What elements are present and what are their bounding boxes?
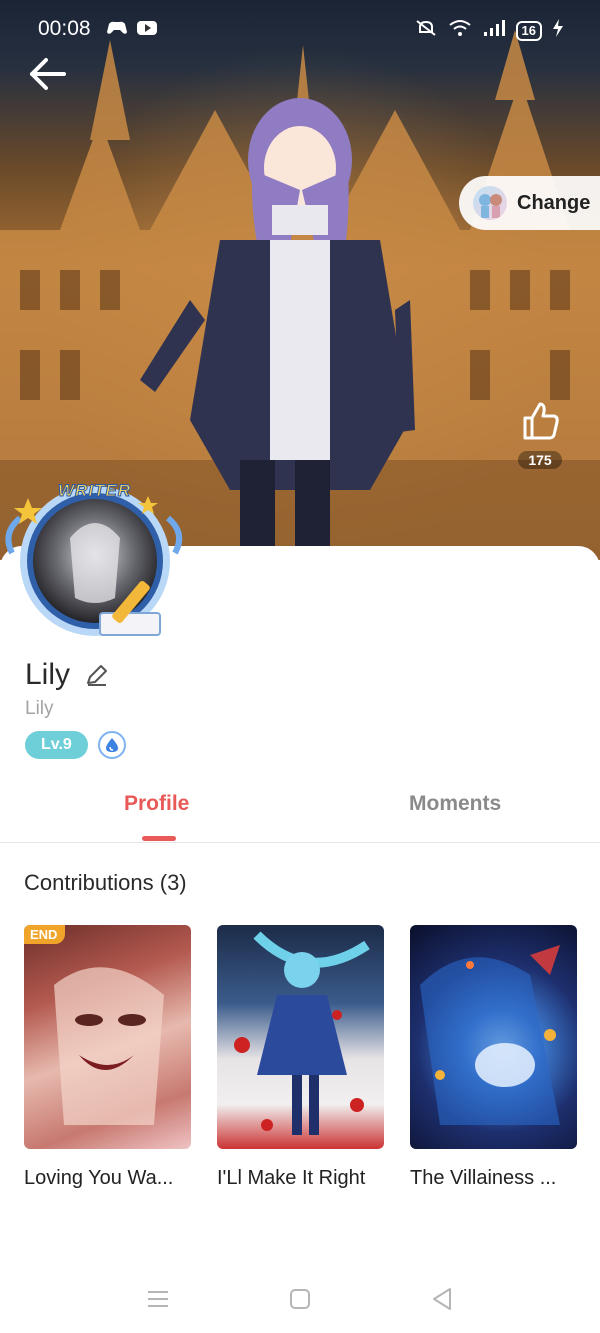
edit-name-button[interactable] — [84, 662, 110, 688]
thumbs-up-icon — [523, 402, 559, 440]
back-button[interactable] — [26, 52, 70, 96]
like-button[interactable]: 175 — [510, 398, 570, 470]
change-label: Change — [517, 191, 591, 214]
tab-moments[interactable]: Moments — [409, 792, 501, 816]
menu-icon — [148, 1291, 168, 1307]
book-card[interactable]: The Villainess ... — [410, 925, 577, 1190]
wifi-icon — [448, 18, 472, 43]
status-bar: 00:08 16 — [0, 0, 600, 60]
book-card[interactable]: I'Ll Make It Right — [217, 925, 384, 1190]
water-drop-icon[interactable] — [97, 731, 126, 759]
youtube-icon — [136, 18, 158, 43]
tab-profile[interactable]: Profile — [124, 792, 189, 816]
status-time: 00:08 — [38, 17, 91, 40]
book-cover[interactable] — [217, 925, 384, 1149]
system-nav-bar — [0, 1262, 600, 1333]
background-thumbnail — [473, 186, 507, 220]
writer-badge: WRITER — [57, 481, 132, 501]
square-icon — [290, 1289, 310, 1309]
book-cover[interactable]: END — [24, 925, 191, 1149]
mute-icon — [414, 18, 438, 43]
arrow-left-icon — [30, 58, 66, 90]
signal-icon — [482, 18, 506, 43]
contributions-title: Contributions (3) — [24, 870, 187, 895]
pencil-icon — [87, 665, 108, 686]
change-background-button[interactable]: Change — [459, 176, 600, 230]
book-title[interactable]: I'Ll Make It Right — [217, 1167, 384, 1190]
home-nav-button[interactable] — [285, 1284, 315, 1314]
book-title[interactable]: Loving You Wa... — [24, 1167, 191, 1190]
profile-tabs: Profile Moments — [0, 780, 600, 843]
book-cover[interactable] — [410, 925, 577, 1149]
battery-indicator: 16 — [515, 20, 542, 41]
active-tab-indicator — [142, 836, 176, 841]
badges-row: Lv.9 — [25, 731, 126, 759]
profile-background: 00:08 16 Change 175 — [0, 0, 600, 560]
parliament-illustration — [0, 30, 600, 560]
name-row: Lily — [25, 658, 110, 692]
avatar[interactable]: WRITER — [0, 478, 190, 653]
charging-icon — [552, 18, 564, 43]
contributions-list: END Loving You Wa... I'Ll Make It Right — [24, 925, 577, 1190]
profile-handle: Lily — [25, 698, 54, 719]
level-badge[interactable]: Lv.9 — [25, 731, 88, 759]
profile-name: Lily — [25, 658, 71, 691]
gamepad-icon — [106, 18, 128, 43]
triangle-back-icon — [433, 1288, 451, 1310]
book-title[interactable]: The Villainess ... — [410, 1167, 577, 1190]
menu-nav-button[interactable] — [143, 1284, 173, 1314]
back-nav-button[interactable] — [427, 1284, 457, 1314]
like-count: 175 — [518, 451, 562, 469]
book-card[interactable]: END Loving You Wa... — [24, 925, 191, 1190]
